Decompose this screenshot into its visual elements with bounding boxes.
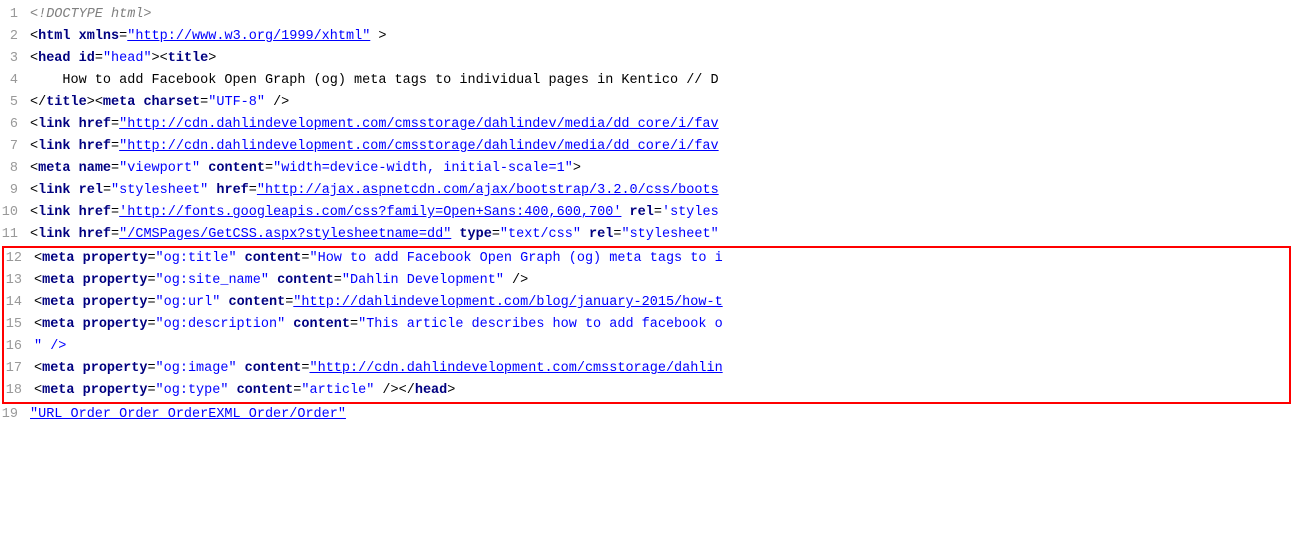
- line-content: <meta property="og:site_name" content="D…: [34, 270, 1289, 292]
- line-content: <link href="/CMSPages/GetCSS.aspx?styles…: [30, 224, 1295, 246]
- line-content: "URL Order Order OrderEXML Order/Order": [30, 404, 1295, 426]
- line-number: 18: [4, 380, 34, 402]
- line-content: <meta property="og:description" content=…: [34, 314, 1289, 336]
- code-line: 9<link rel="stylesheet" href="http://aja…: [0, 180, 1295, 202]
- code-line: 11<link href="/CMSPages/GetCSS.aspx?styl…: [0, 224, 1295, 246]
- code-line: 2<html xmlns="http://www.w3.org/1999/xht…: [0, 26, 1295, 48]
- line-content: <meta property="og:type" content="articl…: [34, 380, 1289, 402]
- code-line: 8<meta name="viewport" content="width=de…: [0, 158, 1295, 180]
- line-content: How to add Facebook Open Graph (og) meta…: [30, 70, 1295, 92]
- line-content: <html xmlns="http://www.w3.org/1999/xhtm…: [30, 26, 1295, 48]
- line-content: <head id="head"><title>: [30, 48, 1295, 70]
- code-line: 18<meta property="og:type" content="arti…: [4, 380, 1289, 402]
- code-line: 13<meta property="og:site_name" content=…: [4, 270, 1289, 292]
- code-line: 16" />: [4, 336, 1289, 358]
- line-number: 1: [0, 4, 30, 26]
- line-content: <meta property="og:title" content="How t…: [34, 248, 1289, 270]
- line-content: <meta property="og:url" content="http://…: [34, 292, 1289, 314]
- code-line: 17<meta property="og:image" content="htt…: [4, 358, 1289, 380]
- line-content: <meta name="viewport" content="width=dev…: [30, 158, 1295, 180]
- line-number: 14: [4, 292, 34, 314]
- code-line: 4 How to add Facebook Open Graph (og) me…: [0, 70, 1295, 92]
- line-content: <link href="http://cdn.dahlindevelopment…: [30, 136, 1295, 158]
- line-number: 16: [4, 336, 34, 358]
- code-line: 1<!DOCTYPE html>: [0, 4, 1295, 26]
- line-content: <link href='http://fonts.googleapis.com/…: [30, 202, 1295, 224]
- line-number: 6: [0, 114, 30, 136]
- line-number: 19: [0, 404, 30, 426]
- line-number: 2: [0, 26, 30, 48]
- code-line: 15<meta property="og:description" conten…: [4, 314, 1289, 336]
- code-line: 5</title><meta charset="UTF-8" />: [0, 92, 1295, 114]
- line-content: <!DOCTYPE html>: [30, 4, 1295, 26]
- code-line: 10<link href='http://fonts.googleapis.co…: [0, 202, 1295, 224]
- highlighted-section: 12<meta property="og:title" content="How…: [2, 246, 1291, 404]
- line-content: <meta property="og:image" content="http:…: [34, 358, 1289, 380]
- code-line: 7<link href="http://cdn.dahlindevelopmen…: [0, 136, 1295, 158]
- code-line: 19"URL Order Order OrderEXML Order/Order…: [0, 404, 1295, 426]
- code-line: 3<head id="head"><title>: [0, 48, 1295, 70]
- code-viewer: 1<!DOCTYPE html>2<html xmlns="http://www…: [0, 0, 1295, 537]
- code-line: 6<link href="http://cdn.dahlindevelopmen…: [0, 114, 1295, 136]
- line-content: </title><meta charset="UTF-8" />: [30, 92, 1295, 114]
- line-number: 15: [4, 314, 34, 336]
- line-number: 11: [0, 224, 30, 246]
- line-content: " />: [34, 336, 1289, 358]
- line-number: 12: [4, 248, 34, 270]
- code-line: 14<meta property="og:url" content="http:…: [4, 292, 1289, 314]
- line-number: 4: [0, 70, 30, 92]
- line-number: 5: [0, 92, 30, 114]
- line-number: 13: [4, 270, 34, 292]
- line-number: 7: [0, 136, 30, 158]
- line-number: 3: [0, 48, 30, 70]
- line-number: 10: [0, 202, 30, 224]
- code-line: 12<meta property="og:title" content="How…: [4, 248, 1289, 270]
- line-content: <link rel="stylesheet" href="http://ajax…: [30, 180, 1295, 202]
- line-number: 8: [0, 158, 30, 180]
- line-number: 17: [4, 358, 34, 380]
- line-content: <link href="http://cdn.dahlindevelopment…: [30, 114, 1295, 136]
- line-number: 9: [0, 180, 30, 202]
